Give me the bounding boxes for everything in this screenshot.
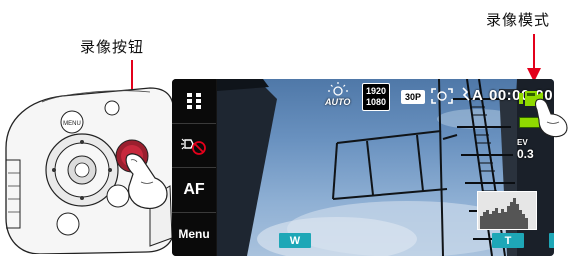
flash-button[interactable] xyxy=(172,124,216,168)
scene-mode-label: AUTO xyxy=(325,97,351,107)
frame-rate-badge: 30P xyxy=(401,90,425,104)
resolution-height: 1080 xyxy=(365,97,387,107)
record-button-callout: 录像按钮 xyxy=(80,38,145,56)
record-mode-arrow xyxy=(527,34,541,82)
face-detect-icon xyxy=(431,88,453,104)
zoom-tele-button[interactable]: T xyxy=(492,233,524,248)
thumbnail-grid-icon xyxy=(187,92,201,109)
resolution-badge: 1920 1080 xyxy=(362,83,390,111)
playback-button[interactable]: ▸ xyxy=(549,233,554,248)
ev-label: EV xyxy=(517,138,528,147)
anti-shake-label: A xyxy=(472,87,483,104)
autofocus-button[interactable]: AF xyxy=(172,168,216,213)
finger-hand-icon xyxy=(534,98,568,138)
zoom-wide-button[interactable]: W xyxy=(279,233,311,248)
svg-text:MENU: MENU xyxy=(63,121,81,127)
menu-button[interactable]: Menu xyxy=(172,213,216,257)
record-mode-callout: 录像模式 xyxy=(486,11,551,29)
lcd-sidebar: AF Menu xyxy=(172,79,216,256)
finger-hand-icon xyxy=(125,153,168,209)
ev-value: 0.3 xyxy=(517,147,534,161)
resolution-width: 1920 xyxy=(365,86,387,96)
thumbnail-button[interactable] xyxy=(172,79,216,124)
histogram-panel xyxy=(477,191,537,230)
flash-off-icon xyxy=(181,138,206,156)
